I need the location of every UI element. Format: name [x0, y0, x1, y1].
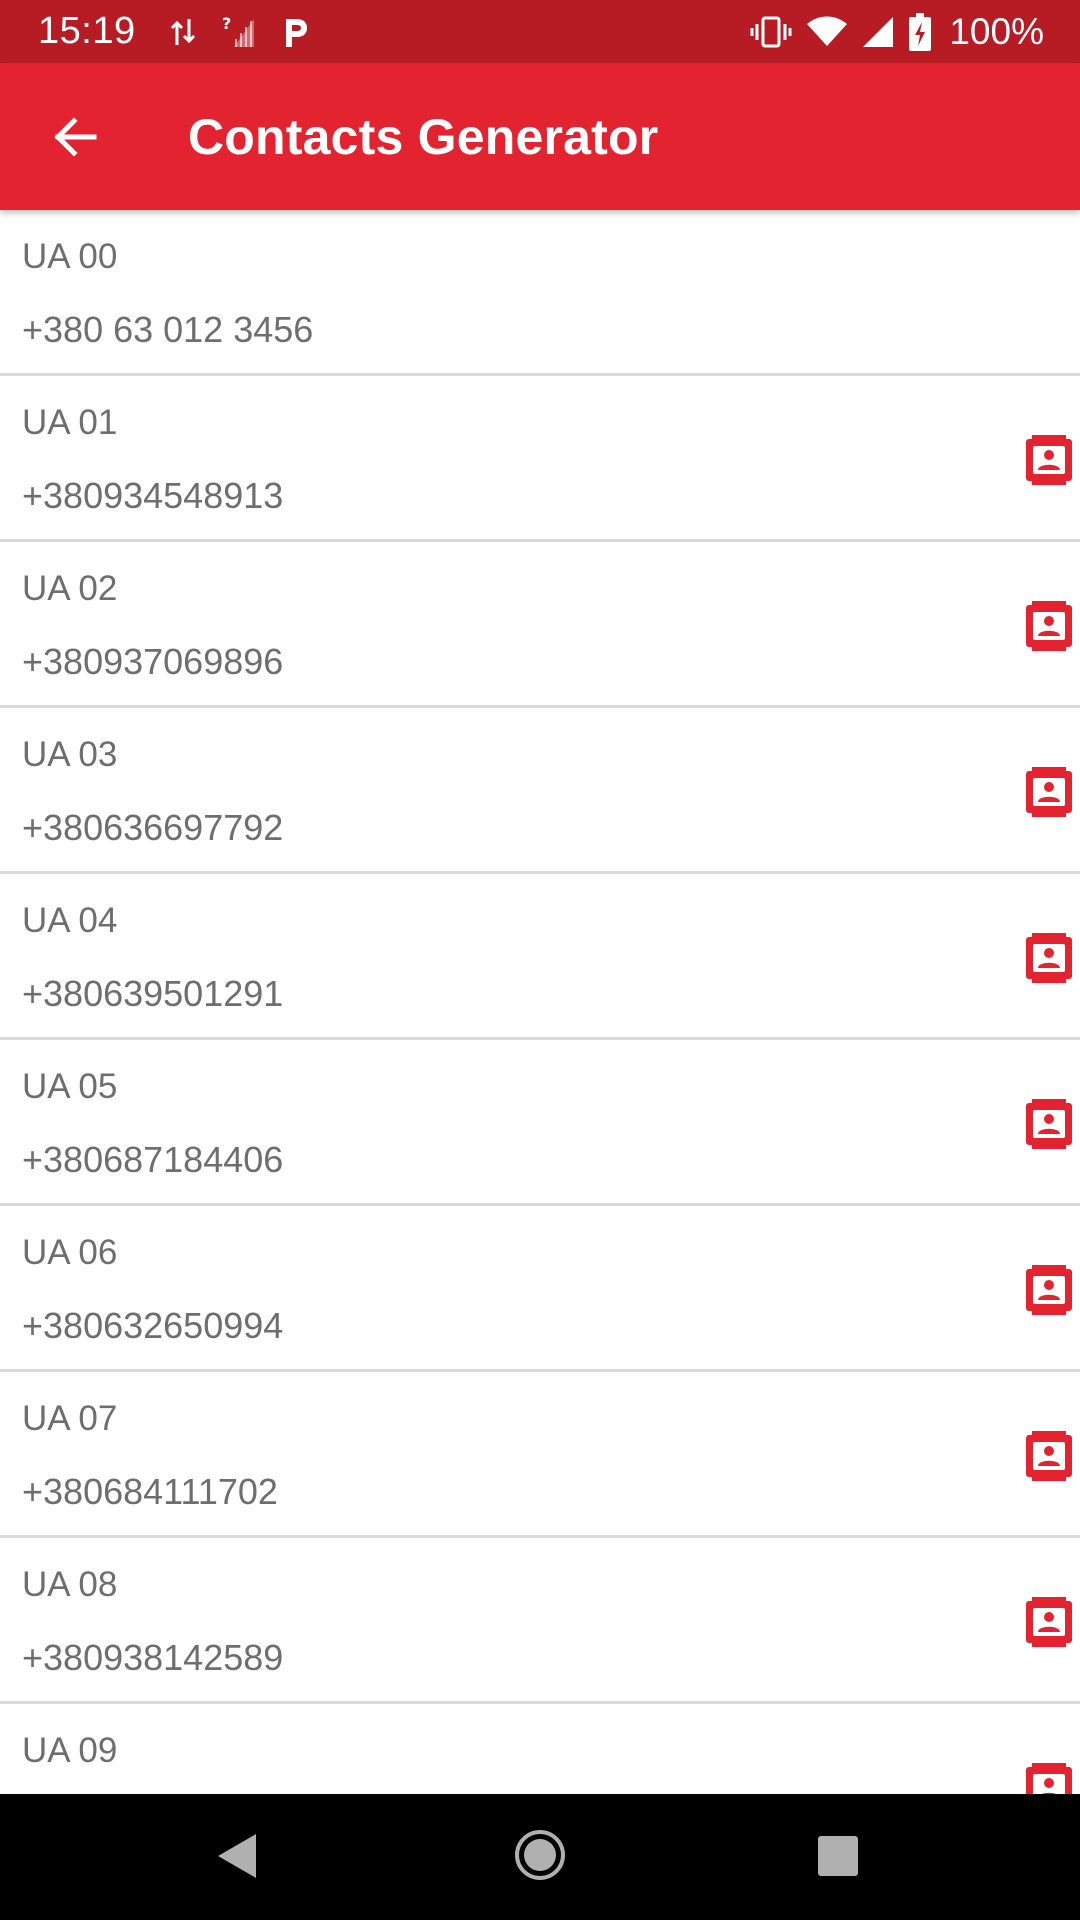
add-to-contacts-button[interactable]: [1022, 931, 1076, 985]
parking-icon: [282, 15, 310, 49]
contact-name: UA 02: [22, 569, 118, 608]
contact-card-icon: [1026, 767, 1072, 817]
contact-phone: +380934548913: [22, 475, 284, 516]
add-to-contacts-button[interactable]: [1022, 599, 1076, 653]
contact-name: UA 00: [22, 237, 118, 276]
contact-row[interactable]: UA 02 +380937069896: [0, 542, 1080, 708]
battery-charging-icon: [909, 12, 932, 51]
back-button[interactable]: [38, 101, 110, 173]
contact-name: UA 08: [22, 1565, 118, 1604]
contact-row[interactable]: UA 08 +380938142589: [0, 1538, 1080, 1704]
contact-name: UA 05: [22, 1067, 118, 1106]
contact-row[interactable]: UA 06 +380632650994: [0, 1206, 1080, 1372]
contact-phone: +380636697792: [22, 807, 284, 848]
contact-name: UA 04: [22, 901, 118, 940]
contact-card-icon: [1026, 1099, 1072, 1149]
add-to-contacts-button[interactable]: [1022, 1429, 1076, 1483]
battery-percentage: 100%: [949, 10, 1044, 52]
contact-card-icon: [1026, 1597, 1072, 1647]
status-left-icons: ?: [170, 15, 310, 49]
contact-row[interactable]: UA 05 +380687184406: [0, 1040, 1080, 1206]
nav-recents-button[interactable]: [817, 1835, 859, 1877]
page-title: Contacts Generator: [188, 108, 659, 165]
no-signal-icon: ?: [222, 15, 256, 49]
add-to-contacts-button[interactable]: [1022, 1595, 1076, 1649]
contact-row[interactable]: UA 00 +380 63 012 3456: [0, 210, 1080, 376]
status-bar: 15:19 ? 100%: [0, 0, 1080, 63]
contact-name: UA 01: [22, 403, 118, 442]
add-to-contacts-button[interactable]: [1022, 433, 1076, 487]
contact-name: UA 03: [22, 735, 118, 774]
contact-name: UA 07: [22, 1399, 118, 1438]
svg-text:?: ?: [222, 15, 231, 33]
contact-card-icon: [1026, 1763, 1072, 1794]
contact-card-icon: [1026, 1431, 1072, 1481]
contact-card-icon: [1026, 435, 1072, 485]
contact-phone: +380632650994: [22, 1305, 284, 1346]
contact-card-icon: [1026, 1265, 1072, 1315]
contact-list[interactable]: UA 00 +380 63 012 3456 UA 01 +380934548913 U…: [0, 210, 1080, 1794]
contact-phone: +380937069896: [22, 641, 284, 682]
add-to-contacts-button[interactable]: [1022, 1263, 1076, 1317]
contact-row[interactable]: UA 07 +380684111702: [0, 1372, 1080, 1538]
contact-row[interactable]: UA 04 +380639501291: [0, 874, 1080, 1040]
nav-home-icon: [515, 1830, 565, 1880]
nav-back-icon: [218, 1834, 256, 1878]
app-bar: Contacts Generator: [0, 63, 1080, 210]
contact-name: UA 06: [22, 1233, 118, 1272]
wifi-icon: [807, 16, 848, 48]
contact-phone: +380 63 012 3456: [22, 309, 314, 350]
contact-phone: +380639501291: [22, 973, 284, 1014]
add-to-contacts-button[interactable]: [1022, 1097, 1076, 1151]
contact-phone: +380687184406: [22, 1139, 284, 1180]
contact-name: UA 09: [22, 1731, 118, 1770]
nav-back-button[interactable]: [216, 1832, 258, 1880]
contact-phone: +380684111702: [22, 1471, 278, 1512]
contact-phone: +380938142589: [22, 1637, 284, 1678]
nav-recents-icon: [818, 1836, 858, 1876]
contact-card-icon: [1026, 601, 1072, 651]
status-time: 15:19: [38, 10, 136, 52]
add-to-contacts-button[interactable]: [1022, 1761, 1076, 1794]
nav-home-button[interactable]: [514, 1829, 566, 1881]
screen: 15:19 ? 100% Contacts Generator UA 00 +3…: [0, 0, 1080, 1920]
arrow-back-icon: [54, 116, 97, 157]
contact-card-icon: [1026, 933, 1072, 983]
nav-bar: [0, 1794, 1080, 1920]
signal-icon: [861, 15, 895, 49]
contact-row[interactable]: UA 01 +380934548913: [0, 376, 1080, 542]
status-right: 100%: [749, 11, 1044, 53]
contact-row[interactable]: UA 03 +380636697792: [0, 708, 1080, 874]
data-transfer-icon: [170, 15, 196, 49]
add-to-contacts-button[interactable]: [1022, 765, 1076, 819]
contact-row[interactable]: UA 09: [0, 1704, 1080, 1794]
vibrate-icon: [749, 15, 793, 49]
